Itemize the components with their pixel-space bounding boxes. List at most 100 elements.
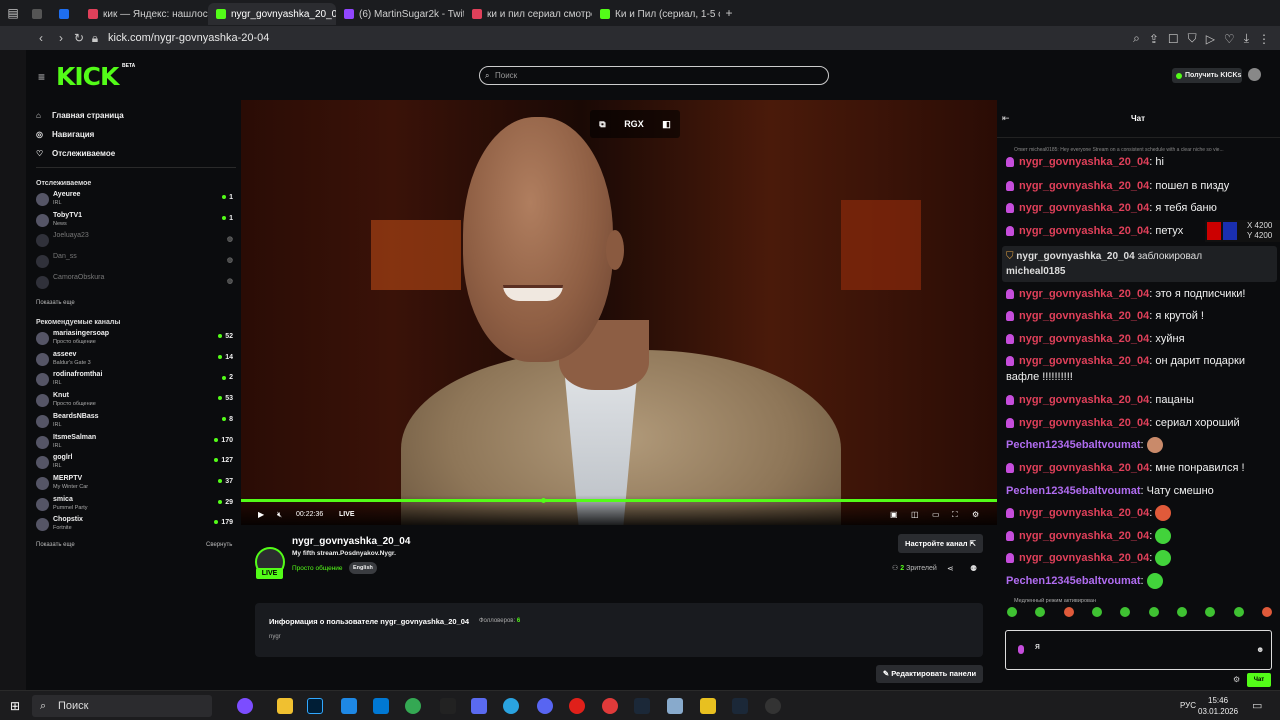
epic-games-icon[interactable]: [440, 698, 456, 714]
emote-icon[interactable]: [1091, 607, 1102, 617]
chat-username[interactable]: Pechen12345ebaltvoumat: [1006, 575, 1141, 587]
emote-icon[interactable]: [1148, 607, 1159, 617]
sidebar-channel[interactable]: rodinafromthai IRL 2: [36, 370, 233, 390]
chat-username[interactable]: nygr_govnyashka_20_04: [1019, 288, 1149, 300]
play-icon[interactable]: ▶: [258, 510, 264, 519]
discord-icon[interactable]: [537, 698, 553, 714]
chat-username[interactable]: nygr_govnyashka_20_04: [1019, 394, 1149, 406]
obs-icon[interactable]: [765, 698, 781, 714]
opera-icon[interactable]: [569, 698, 585, 714]
video-progress-handle[interactable]: [541, 498, 546, 503]
nav-home[interactable]: ⌂ Главная страница: [36, 111, 124, 120]
sidebar-channel[interactable]: Chopstix Fortnite 179: [36, 515, 233, 535]
back-icon[interactable]: ‹: [30, 31, 52, 45]
yandex-browser-icon[interactable]: [602, 698, 618, 714]
mail-icon[interactable]: [373, 698, 389, 714]
video-progress-bar[interactable]: [241, 499, 997, 502]
sidebar-channel[interactable]: smica Pummel Party 29: [36, 495, 233, 515]
edit-panels-button[interactable]: ✎ Редактировать панели: [876, 665, 983, 683]
channel-name[interactable]: nygr_govnyashka_20_04: [292, 536, 410, 547]
nav-following[interactable]: ♡ Отслеживаемое: [36, 149, 115, 158]
chrome-icon[interactable]: [405, 698, 421, 714]
nav-browse[interactable]: ◎ Навигация: [36, 130, 94, 139]
chat-username[interactable]: Pechen12345ebaltvoumat: [1006, 485, 1141, 497]
browser-tab[interactable]: кик — Яндекс: нашлось 7: [80, 3, 208, 25]
chat-username[interactable]: nygr_govnyashka_20_04: [1019, 310, 1149, 322]
collapse-chat-icon[interactable]: ⇤: [1002, 113, 1010, 124]
fullscreen-icon[interactable]: ⛶: [952, 510, 958, 520]
browser-tab[interactable]: [26, 3, 53, 25]
zoom-icon[interactable]: ⌕: [1133, 31, 1140, 46]
sidebar-channel[interactable]: BeardsNBass IRL 8: [36, 412, 233, 432]
windows-start-icon[interactable]: ⊞: [10, 699, 20, 713]
bookmark-icon[interactable]: ☐: [1168, 31, 1179, 46]
ban-target[interactable]: micheal0185: [1006, 266, 1066, 277]
chat-username[interactable]: nygr_govnyashka_20_04: [1019, 355, 1149, 367]
chat-username[interactable]: nygr_govnyashka_20_04: [1019, 462, 1149, 474]
emote-icon[interactable]: [1035, 607, 1046, 617]
clip-icon[interactable]: ◧: [662, 119, 671, 130]
miniplayer-icon[interactable]: ▣: [890, 510, 898, 519]
stream-category[interactable]: Просто общение: [292, 565, 343, 572]
get-kicks-button[interactable]: Получить KICKs: [1172, 68, 1242, 83]
sidebar-channel[interactable]: Ayeuree IRL 1: [36, 190, 233, 210]
chat-username[interactable]: nygr_govnyashka_20_04: [1019, 417, 1149, 429]
clip-icon[interactable]: ◫: [911, 510, 919, 519]
favorite-icon[interactable]: ♡: [1224, 31, 1235, 46]
kick-logo[interactable]: KICK: [56, 62, 119, 91]
url-field[interactable]: kick.com/nygr-govnyashka-20-04: [108, 32, 269, 44]
emote-icon[interactable]: [1233, 607, 1244, 617]
emote-icon[interactable]: [1205, 607, 1216, 617]
photoshop-icon[interactable]: [307, 698, 323, 714]
app-icon[interactable]: [471, 698, 487, 714]
sidebar-channel[interactable]: MERPTV My Winter Car 37: [36, 474, 233, 494]
browser-tab[interactable]: nygr_govnyashka_20_04: [208, 3, 336, 25]
add-user-icon[interactable]: ⚉: [970, 564, 977, 573]
folder-icon[interactable]: [277, 698, 293, 714]
live-indicator[interactable]: LIVE: [339, 511, 355, 518]
video-player[interactable]: ⧉ RGX ◧ ▶ 🔇︎ 00:22:36 LIVE ▣ ◫ ▭ ⛶ ⚙: [241, 100, 997, 525]
chat-input[interactable]: я ☻: [1005, 630, 1272, 670]
chat-username[interactable]: nygr_govnyashka_20_04: [1019, 202, 1149, 214]
emote-icon[interactable]: [1176, 607, 1187, 617]
settings-icon[interactable]: ⚙: [972, 510, 979, 519]
send-chat-button[interactable]: Чат: [1247, 673, 1271, 687]
browser-tab[interactable]: (6) MartinSugar2k - Twitch: [336, 3, 464, 25]
chat-username[interactable]: nygr_govnyashka_20_04: [1019, 156, 1149, 168]
browser-tab[interactable]: ки и пил сериал смотреть: [464, 3, 592, 25]
menu-icon[interactable]: ▤: [0, 6, 26, 20]
share-icon[interactable]: ⇪: [1149, 31, 1159, 46]
app-icon[interactable]: [667, 698, 683, 714]
collapse-link[interactable]: Свернуть: [206, 542, 232, 548]
user-avatar[interactable]: [1248, 68, 1261, 81]
hamburger-icon[interactable]: ≡: [38, 70, 45, 84]
notification-icon[interactable]: ▭: [1252, 699, 1262, 712]
sidebar-channel[interactable]: goglrl IRL 127: [36, 453, 233, 473]
browser-tab[interactable]: [53, 3, 80, 25]
store-icon[interactable]: [341, 698, 357, 714]
language-tag[interactable]: English: [349, 562, 377, 574]
rgx-label[interactable]: RGX: [624, 119, 644, 129]
reload-icon[interactable]: ↻: [70, 31, 88, 45]
telegram-icon[interactable]: [503, 698, 519, 714]
ban-moderator[interactable]: nygr_govnyashka_20_04: [1016, 251, 1134, 262]
forward-icon[interactable]: ›: [52, 31, 70, 45]
browser-tab[interactable]: Ки и Пил (сериал, 1-5 сезон): [592, 3, 720, 25]
chat-username[interactable]: nygr_govnyashka_20_04: [1019, 530, 1149, 542]
chat-settings-icon[interactable]: ⚙: [1233, 675, 1240, 684]
new-tab-button[interactable]: +: [720, 6, 738, 20]
chat-username[interactable]: nygr_govnyashka_20_04: [1019, 225, 1149, 237]
search-input[interactable]: ⌕ Поиск: [479, 66, 829, 85]
app-icon[interactable]: [700, 698, 716, 714]
language-indicator[interactable]: РУС: [1180, 701, 1196, 710]
chat-username[interactable]: Pechen12345ebaltvoumat: [1006, 439, 1141, 451]
download-icon[interactable]: ⤓: [1244, 31, 1249, 46]
mute-icon[interactable]: 🔇︎: [277, 510, 282, 520]
chat-username[interactable]: nygr_govnyashka_20_04: [1019, 507, 1149, 519]
emote-icon[interactable]: [1007, 607, 1017, 617]
popout-icon[interactable]: ⧉: [599, 119, 605, 130]
sidebar-channel[interactable]: TobyTV1 News 1: [36, 211, 233, 231]
emoji-picker-icon[interactable]: ☻: [1256, 645, 1264, 654]
app-icon[interactable]: [237, 698, 253, 714]
sidebar-channel[interactable]: CamoraObskura ◍: [36, 273, 233, 293]
